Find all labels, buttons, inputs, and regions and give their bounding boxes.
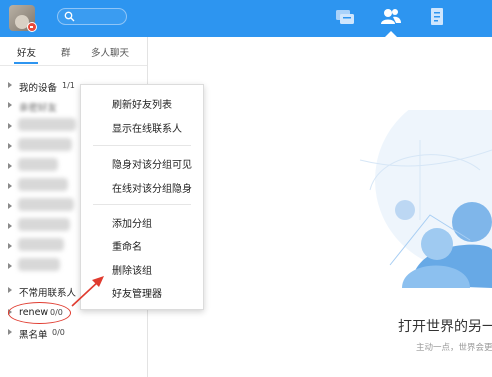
expand-arrow-icon[interactable] [8,143,12,149]
do-not-disturb-status-icon[interactable] [27,22,37,32]
blurred-group-name [18,158,58,171]
blurred-group-name [18,138,72,151]
empty-state-subtitle: 主动一点，世界会更 [416,343,492,353]
blurred-group-name [18,118,76,131]
group-count: 0/0 [52,328,65,337]
menu-delete-group[interactable]: 删除该组 [112,262,152,277]
menu-online-invisible-to-group[interactable]: 在线对该分组隐身 [112,180,192,195]
expand-arrow-icon[interactable] [8,203,12,209]
expand-arrow-icon[interactable] [8,287,12,293]
menu-separator [93,204,191,205]
group-count: 1/1 [62,81,75,90]
search-icon [64,11,75,22]
blurred-group-name [18,218,70,231]
expand-arrow-icon[interactable] [8,223,12,229]
annotation-ellipse [8,302,71,324]
group-label: 黑名单 [19,330,48,341]
group-label: 不常用联系人 [19,288,77,299]
tab-multi-chat[interactable]: 多人聊天 [91,45,129,59]
blurred-group-name [18,258,60,271]
top-bar [0,0,492,37]
blurred-group-name [18,178,68,191]
menu-separator [93,145,191,146]
expand-arrow-icon[interactable] [8,263,12,269]
menu-add-group[interactable]: 添加分组 [112,215,152,230]
expand-arrow-icon[interactable] [8,183,12,189]
menu-show-online-contacts[interactable]: 显示在线联系人 [112,120,182,135]
group-context-menu: 刷新好友列表 显示在线联系人 隐身对该分组可见 在线对该分组隐身 添加分组 重命… [80,84,204,310]
group-label-obscured: 亲密好友 [19,103,58,114]
contacts-icon[interactable] [380,6,402,28]
expand-arrow-icon[interactable] [8,329,12,335]
empty-state-title: 打开世界的另一 [398,319,492,335]
group-blacklist[interactable]: 黑名单 0/0 [0,324,147,342]
menu-refresh-friend-list[interactable]: 刷新好友列表 [112,96,172,111]
active-tab-indicator [385,31,397,37]
blurred-group-name [18,198,74,211]
empty-state-illustration [359,110,492,288]
expand-arrow-icon[interactable] [8,123,12,129]
chat-icon[interactable] [334,6,356,28]
menu-friend-manager[interactable]: 好友管理器 [112,285,162,300]
space-icon[interactable] [426,6,448,28]
tab-underline [14,62,38,64]
expand-arrow-icon[interactable] [8,82,12,88]
expand-arrow-icon[interactable] [8,243,12,249]
tab-groups[interactable]: 群 [61,45,71,59]
expand-arrow-icon[interactable] [8,163,12,169]
blurred-group-name [18,238,64,251]
expand-arrow-icon[interactable] [8,102,12,108]
contact-tabs: 好友 群 多人聊天 [0,37,147,66]
search-input[interactable] [57,8,127,25]
menu-rename[interactable]: 重命名 [112,238,142,253]
menu-invisible-visible-to-group[interactable]: 隐身对该分组可见 [112,156,192,171]
group-label: 我的设备 [19,83,58,94]
tab-friends[interactable]: 好友 [17,45,36,59]
